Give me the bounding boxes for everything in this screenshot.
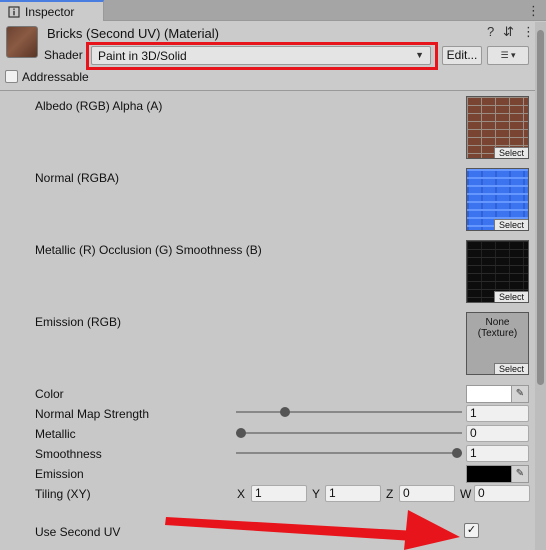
normal-select-button[interactable]: Select [494, 219, 528, 230]
shader-list-button[interactable]: ☰ ▾ [487, 46, 529, 65]
material-header: Bricks (Second UV) (Material) ? ⇵ ⋮ Shad… [0, 21, 546, 91]
normal-strength-field[interactable]: 1 [466, 405, 529, 422]
tiling-z-label: Z [386, 487, 394, 501]
color-swatch[interactable] [466, 385, 512, 403]
red-arrow-icon [165, 510, 460, 550]
tab-label: Inspector [25, 5, 75, 19]
shader-highlight-box [86, 42, 438, 70]
material-preview-icon [6, 26, 38, 58]
normal-strength-label: Normal Map Strength [35, 407, 150, 421]
tiling-label: Tiling (XY) [35, 487, 91, 501]
metallic-select-button[interactable]: Select [494, 291, 528, 302]
tab-bar: Inspector ⋮ [0, 0, 546, 21]
albedo-label: Albedo (RGB) Alpha (A) [35, 99, 163, 113]
metallic-texture-label: Metallic (R) Occlusion (G) Smoothness (B… [35, 243, 262, 257]
eyedropper-icon[interactable]: ✎ [512, 465, 529, 483]
smoothness-thumb[interactable] [452, 448, 462, 458]
emission-swatch[interactable] [466, 465, 512, 483]
metallic-label: Metallic [35, 427, 76, 441]
tiling-y-label: Y [312, 487, 321, 501]
tab-menu-icon[interactable]: ⋮ [527, 3, 540, 19]
tiling-w-label: W [460, 487, 472, 501]
addressable-checkbox[interactable] [5, 70, 18, 83]
eyedropper-icon[interactable]: ✎ [512, 385, 529, 403]
metallic-field[interactable]: 0 [466, 425, 529, 442]
context-menu-icon[interactable]: ⋮ [522, 24, 535, 40]
texture-label: (Texture) [477, 328, 518, 339]
tab-inspector[interactable]: Inspector [0, 0, 104, 21]
normal-label: Normal (RGBA) [35, 171, 120, 185]
albedo-select-button[interactable]: Select [494, 147, 528, 158]
second-uv-checkbox[interactable]: ✓ [464, 523, 479, 538]
shader-label: Shader [44, 48, 83, 62]
color-label: Color [35, 387, 64, 401]
emission-label: Emission [35, 467, 84, 481]
scrollbar-thumb[interactable] [537, 30, 544, 385]
normal-strength-slider[interactable] [236, 411, 462, 413]
none-label: None [485, 317, 510, 328]
second-uv-label: Use Second UV [35, 525, 121, 539]
smoothness-field[interactable]: 1 [466, 445, 529, 462]
tiling-w-field[interactable]: 0 [474, 485, 530, 502]
tiling-x-label: X [237, 487, 246, 501]
tiling-x-field[interactable]: 1 [251, 485, 307, 502]
tiling-z-field[interactable]: 0 [399, 485, 455, 502]
metallic-thumb[interactable] [236, 428, 246, 438]
albedo-texture-slot[interactable]: Select [466, 96, 529, 159]
addressable-label: Addressable [22, 70, 89, 84]
emission-select-button[interactable]: Select [494, 363, 528, 374]
smoothness-slider[interactable] [236, 452, 462, 454]
normal-texture-slot[interactable]: Select [466, 168, 529, 231]
help-icon[interactable]: ? [487, 24, 494, 39]
emission-texture-slot[interactable]: None (Texture) Select [466, 312, 529, 375]
metallic-texture-slot[interactable]: Select [466, 240, 529, 303]
tiling-y-field[interactable]: 1 [325, 485, 381, 502]
material-title: Bricks (Second UV) (Material) [47, 26, 219, 41]
info-icon [8, 6, 20, 18]
preset-icon[interactable]: ⇵ [503, 24, 514, 40]
smoothness-label: Smoothness [35, 447, 102, 461]
normal-strength-thumb[interactable] [280, 407, 290, 417]
metallic-slider[interactable] [236, 432, 462, 434]
edit-shader-button[interactable]: Edit... [442, 46, 482, 65]
emission-texture-label: Emission (RGB) [35, 315, 122, 329]
